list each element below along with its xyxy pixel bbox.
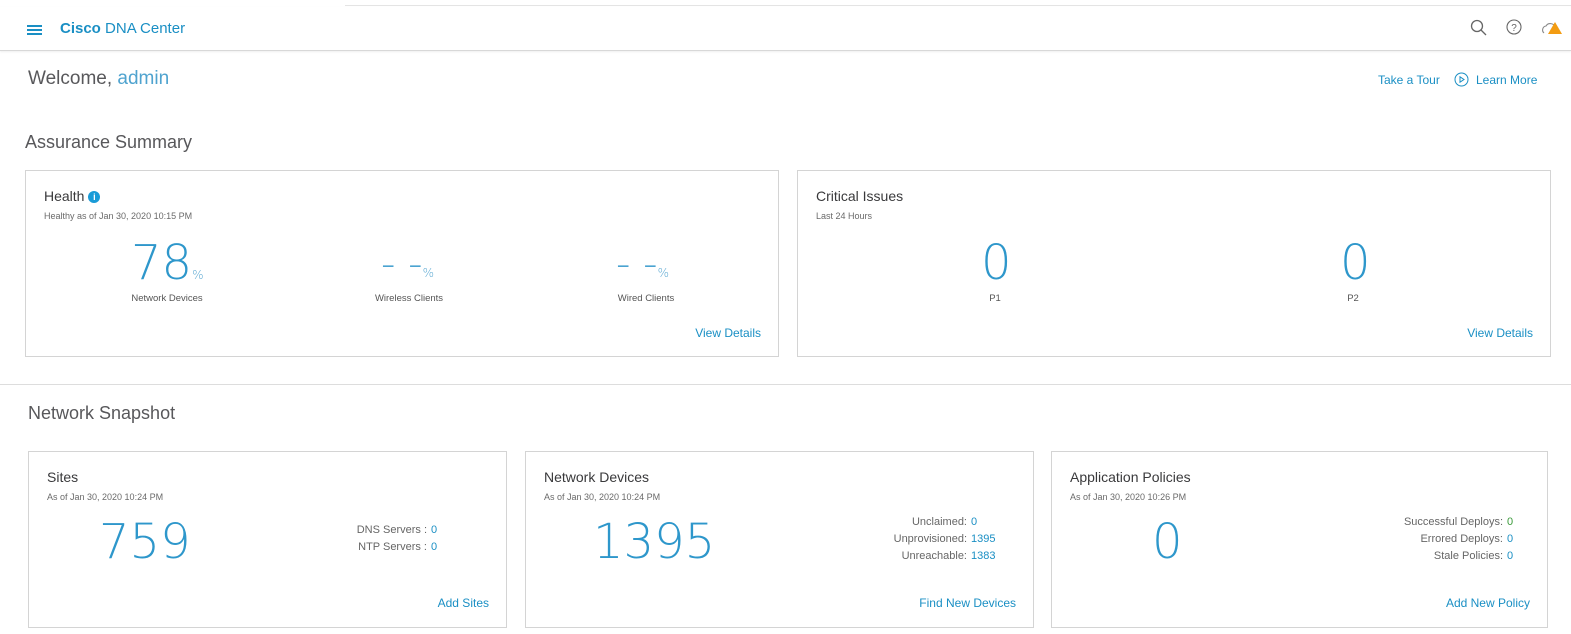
successful-deploys-row: Successful Deploys: 0 <box>1403 516 1514 528</box>
wireless-clients-health[interactable]: - -% <box>381 241 434 287</box>
network-devices-count[interactable]: 1395 <box>593 514 715 570</box>
dns-servers-row: DNS Servers :0 <box>356 524 438 536</box>
health-subtitle: Healthy as of Jan 30, 2020 10:15 PM <box>44 211 193 221</box>
sites-count[interactable]: 759 <box>99 514 191 570</box>
unreachable-row: Unreachable: 1383 <box>901 550 996 562</box>
critical-issues-title: Critical Issues <box>816 188 904 204</box>
welcome-message: Welcome, admin <box>28 68 169 90</box>
brand-bold: Cisco <box>60 20 101 37</box>
policies-count[interactable]: 0 <box>1152 514 1183 570</box>
health-title: Health i <box>44 188 101 204</box>
take-tour-link[interactable]: Take a Tour <box>1378 73 1440 87</box>
welcome-prefix: Welcome, <box>28 68 113 89</box>
p2-label: P2 <box>1347 293 1359 304</box>
learn-more-link[interactable]: Learn More <box>1476 73 1537 87</box>
assurance-summary-title: Assurance Summary <box>25 132 193 152</box>
top-border <box>345 5 1571 6</box>
find-new-devices-link[interactable]: Find New Devices <box>919 596 1016 610</box>
sites-card: Sites As of Jan 30, 2020 10:24 PM 759 DN… <box>28 451 507 628</box>
wired-clients-label: Wired Clients <box>617 293 675 304</box>
cloud-warning-icon[interactable] <box>1541 19 1563 37</box>
health-card: Health i Healthy as of Jan 30, 2020 10:1… <box>25 170 779 357</box>
info-icon[interactable]: i <box>88 191 101 203</box>
sites-title: Sites <box>47 469 79 485</box>
issues-view-details-link[interactable]: View Details <box>1467 326 1533 340</box>
ntp-servers-row: NTP Servers :0 <box>358 541 438 553</box>
username: admin <box>117 68 170 89</box>
add-sites-link[interactable]: Add Sites <box>438 596 489 610</box>
wireless-clients-label: Wireless Clients <box>374 293 444 304</box>
unclaimed-row: Unclaimed: 0 <box>911 516 978 528</box>
brand-name: DNA Center <box>105 20 186 37</box>
network-devices-label: Network Devices <box>131 293 203 304</box>
stale-policies-row: Stale Policies: 0 <box>1433 550 1514 562</box>
p1-count[interactable]: 0 <box>981 235 1012 291</box>
section-divider <box>0 384 1571 385</box>
application-policies-card: Application Policies As of Jan 30, 2020 … <box>1051 451 1548 628</box>
application-policies-title: Application Policies <box>1070 469 1191 485</box>
help-icon[interactable]: ? <box>1506 19 1524 37</box>
network-devices-subtitle: As of Jan 30, 2020 10:24 PM <box>544 492 661 502</box>
errored-deploys-row: Errored Deploys: 0 <box>1420 533 1514 545</box>
top-nav: Cisco DNA Center ? <box>0 7 1571 51</box>
wired-clients-health[interactable]: - -% <box>616 241 669 287</box>
add-new-policy-link[interactable]: Add New Policy <box>1446 596 1530 610</box>
play-icon[interactable] <box>1454 72 1469 87</box>
svg-text:?: ? <box>1511 23 1517 34</box>
menu-icon[interactable] <box>27 25 42 35</box>
network-devices-card: Network Devices As of Jan 30, 2020 10:24… <box>525 451 1034 628</box>
brand[interactable]: Cisco DNA Center <box>60 20 185 37</box>
health-view-details-link[interactable]: View Details <box>695 326 761 340</box>
devices-stats: Unclaimed: 0 Unprovisioned: 1395 Unreachab… <box>894 514 1001 565</box>
p1-label: P1 <box>989 293 1001 304</box>
p2-count[interactable]: 0 <box>1340 235 1371 291</box>
application-policies-subtitle: As of Jan 30, 2020 10:26 PM <box>1070 492 1187 502</box>
network-snapshot-title: Network Snapshot <box>28 403 176 423</box>
search-icon[interactable] <box>1470 19 1488 37</box>
critical-issues-card: Critical Issues Last 24 Hours 0 P1 0 P2 … <box>797 170 1551 357</box>
network-devices-health[interactable]: 78% <box>131 235 203 291</box>
unprovisioned-row: Unprovisioned: 1395 <box>893 533 996 545</box>
policies-stats: Successful Deploys: 0 Errored Deploys: 0 S… <box>1404 514 1531 565</box>
sites-subtitle: As of Jan 30, 2020 10:24 PM <box>47 492 164 502</box>
sites-stats: DNS Servers :0 NTP Servers :0 <box>357 522 461 556</box>
network-devices-title: Network Devices <box>544 469 650 485</box>
critical-issues-subtitle: Last 24 Hours <box>816 211 873 221</box>
